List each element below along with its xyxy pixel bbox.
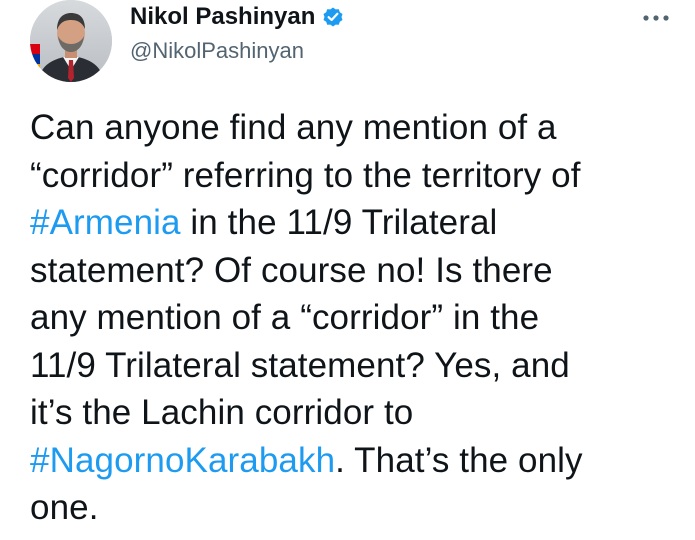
tweet-text-line: #Armenia in the 11/9 Trilateral	[30, 199, 680, 247]
tweet-text-line: it’s the Lachin corridor to	[30, 389, 680, 437]
verified-badge-icon	[321, 5, 345, 29]
tweet-text-segment: 11/9 Trilateral statement? Yes, and	[30, 345, 570, 385]
author-block: Nikol Pashinyan @NikolPashinyan	[130, 2, 345, 66]
more-icon	[643, 15, 669, 21]
tweet-text-segment: any mention of a “corridor” in the	[30, 298, 540, 337]
tweet-text-line: #NagornoKarabakh. That’s the only	[30, 437, 680, 485]
tweet-text-segment: Can anyone find any mention of a	[30, 108, 557, 147]
tweet-text-segment: it’s the Lachin corridor to	[30, 393, 414, 432]
tweet-text-segment: in the 11/9 Trilateral	[180, 203, 498, 242]
hashtag-link[interactable]: #Armenia	[30, 203, 181, 242]
display-name[interactable]: Nikol Pashinyan	[130, 2, 315, 32]
tweet-text-segment: statement? Of course no! Is there	[30, 250, 553, 290]
tweet-text-segment: one.	[30, 488, 99, 527]
tweet-card: Nikol Pashinyan @NikolPashinyan Can anyo…	[0, 0, 695, 540]
user-handle[interactable]: @NikolPashinyan	[130, 36, 345, 66]
tweet-text-line: “corridor” referring to the territory of	[30, 152, 680, 200]
tweet-text-line: one.	[30, 484, 680, 532]
name-row: Nikol Pashinyan	[130, 2, 345, 32]
more-options-button[interactable]	[641, 8, 671, 28]
tweet-text: Can anyone find any mention of a “corrido…	[30, 104, 680, 532]
hashtag-link[interactable]: #NagornoKarabakh	[30, 441, 335, 480]
tweet-text-line: 11/9 Trilateral statement? Yes, and	[30, 342, 680, 390]
tweet-text-line: Can anyone find any mention of a	[30, 104, 680, 152]
avatar-photo-icon	[30, 0, 112, 82]
tweet-text-line: any mention of a “corridor” in the	[30, 294, 680, 342]
avatar[interactable]	[30, 0, 112, 82]
tweet-text-segment: “corridor” referring to the territory of	[30, 155, 581, 195]
tweet-text-line: statement? Of course no! Is there	[30, 247, 680, 295]
tweet-text-segment: . That’s the only	[335, 440, 583, 480]
